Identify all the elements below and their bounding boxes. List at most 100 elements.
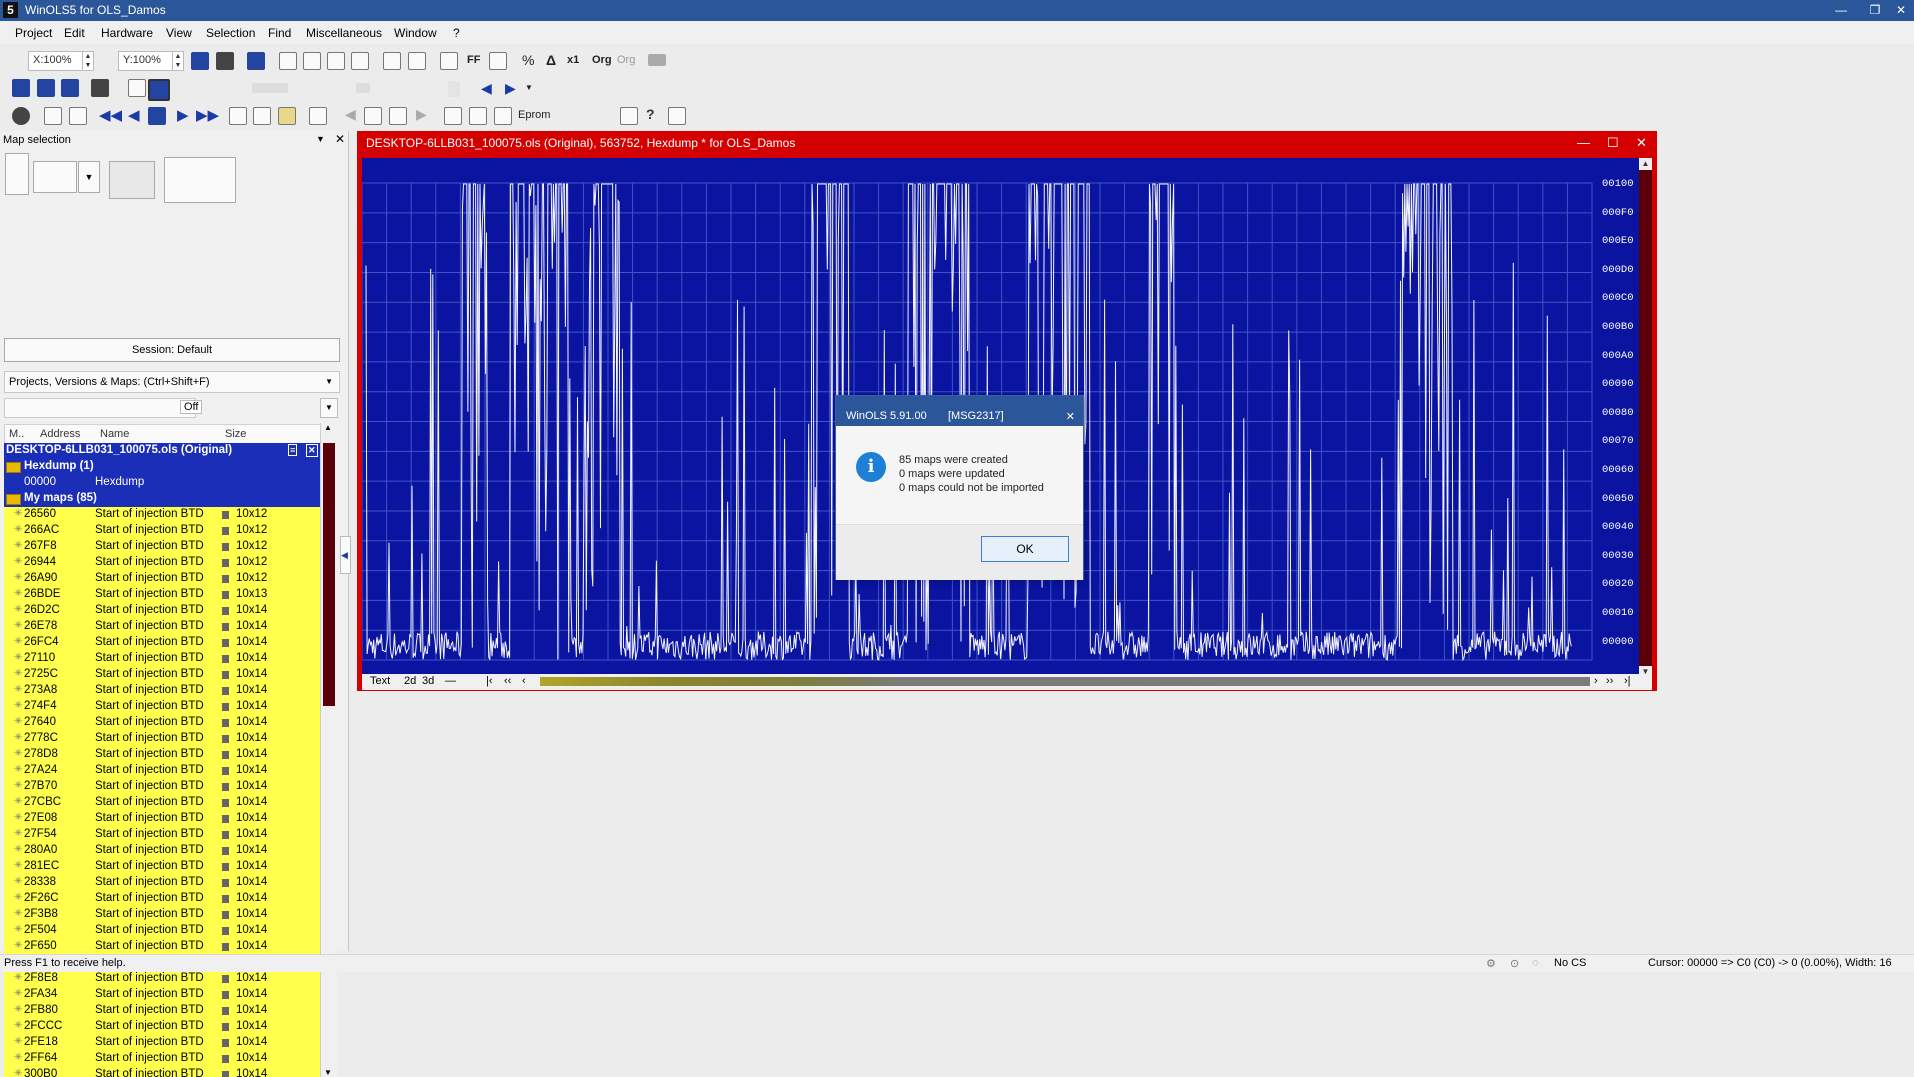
nav-last-icon[interactable]: ›|: [1624, 675, 1631, 687]
menu-find[interactable]: Find: [268, 26, 291, 40]
graph-scroll-up-icon[interactable]: ▲: [1639, 158, 1652, 170]
wave-view-icon[interactable]: [191, 52, 209, 70]
map-row[interactable]: ✳ 2725C Start of injection BTD 10x14: [4, 667, 320, 683]
nav-back-icon[interactable]: ‹: [522, 675, 526, 687]
next-arrow-icon[interactable]: ▶: [505, 80, 516, 97]
grid-icon[interactable]: [247, 52, 265, 70]
hexdump-folder[interactable]: Hexdump (1): [4, 459, 320, 475]
map-row[interactable]: ✳ 2FB80 Start of injection BTD 10x14: [4, 1003, 320, 1019]
map-row[interactable]: ✳ 28338 Start of injection BTD 10x14: [4, 875, 320, 891]
map-row[interactable]: ✳ 2F504 Start of injection BTD 10x14: [4, 923, 320, 939]
lohi-icon[interactable]: [383, 52, 401, 70]
hex-icon[interactable]: [440, 52, 458, 70]
open-folder-icon[interactable]: [33, 161, 77, 193]
next-map-icon[interactable]: ▶: [416, 106, 427, 123]
formula-v-icon[interactable]: [469, 107, 487, 125]
import-icon[interactable]: [12, 79, 30, 97]
float-icon[interactable]: [351, 52, 369, 70]
panel-menu-icon[interactable]: ▼: [316, 134, 325, 144]
minimize-button[interactable]: —: [1828, 1, 1854, 19]
map-row[interactable]: ✳ 26FC4 Start of injection BTD 10x14: [4, 635, 320, 651]
stack-icon[interactable]: [648, 54, 666, 66]
panel-collapse-icon[interactable]: ◀: [340, 536, 351, 574]
eprom-label[interactable]: Eprom: [518, 109, 550, 121]
menu-miscellaneous[interactable]: Miscellaneous: [306, 26, 382, 40]
notes-icon[interactable]: [278, 107, 296, 125]
map-row[interactable]: ✳ 26E78 Start of injection BTD 10x14: [4, 619, 320, 635]
panel-close-icon[interactable]: ✕: [335, 132, 345, 146]
delta-icon[interactable]: Δ: [546, 52, 556, 68]
map-row[interactable]: ✳ 267F8 Start of injection BTD 10x12: [4, 539, 320, 555]
map-row[interactable]: ✳ 2F8E8 Start of injection BTD 10x14: [4, 971, 320, 987]
find-icon[interactable]: [253, 107, 271, 125]
scroll-up-icon[interactable]: ▲: [324, 423, 332, 432]
forward-icon[interactable]: ▶: [177, 106, 189, 124]
context-help-icon[interactable]: [668, 107, 686, 125]
map-window-icon[interactable]: [128, 79, 146, 97]
map-row[interactable]: ✳ 2F3B8 Start of injection BTD 10x14: [4, 907, 320, 923]
doc-maximize-button[interactable]: ☐: [1607, 135, 1619, 151]
project-db-icon[interactable]: [12, 107, 30, 125]
map-row[interactable]: ✳ 2778C Start of injection BTD 10x14: [4, 731, 320, 747]
checksum-icon[interactable]: [91, 79, 109, 97]
org-compare-button[interactable]: Org: [617, 54, 635, 66]
zoom-x-field[interactable]: X:100% ▲ ▼: [28, 51, 94, 71]
selection-color-icon[interactable]: [148, 79, 170, 101]
settings-icon[interactable]: [620, 107, 638, 125]
map-row[interactable]: ✳ 27B70 Start of injection BTD 10x14: [4, 779, 320, 795]
zoom-x-spinner[interactable]: ▲ ▼: [82, 52, 93, 70]
tab-dash[interactable]: —: [445, 675, 456, 687]
print-icon[interactable]: [44, 107, 62, 125]
map-row[interactable]: ✳ 273A8 Start of injection BTD 10x14: [4, 683, 320, 699]
map-row[interactable]: ✳ 27F54 Start of injection BTD 10x14: [4, 827, 320, 843]
map-row[interactable]: ✳ 26944 Start of injection BTD 10x12: [4, 555, 320, 571]
last-icon[interactable]: ▶▶: [196, 106, 219, 124]
dialog-close-icon[interactable]: ✕: [1066, 410, 1075, 423]
map-row[interactable]: ✳ 274F4 Start of injection BTD 10x14: [4, 699, 320, 715]
compare-icon[interactable]: [61, 79, 79, 97]
filter-toolbar[interactable]: [4, 398, 196, 418]
doc-close-button[interactable]: ✕: [1636, 135, 1647, 151]
map-row[interactable]: ✳ 2FF64 Start of injection BTD 10x14: [4, 1051, 320, 1067]
filter-off-button[interactable]: Off: [180, 400, 203, 414]
map-row[interactable]: ✳ 26D2C Start of injection BTD 10x14: [4, 603, 320, 619]
menu-help[interactable]: ?: [453, 26, 460, 40]
map-row[interactable]: ✳ 266AC Start of injection BTD 10x12: [4, 523, 320, 539]
map-row[interactable]: ✳ 280A0 Start of injection BTD 10x14: [4, 843, 320, 859]
col-address[interactable]: Address: [40, 428, 80, 440]
map-row[interactable]: ✳ 2FA34 Start of injection BTD 10x14: [4, 987, 320, 1003]
menu-window[interactable]: Window: [394, 26, 437, 40]
prev-map-icon[interactable]: ◀: [345, 106, 356, 123]
doc-minimize-button[interactable]: —: [1577, 135, 1590, 150]
goto-icon[interactable]: [309, 107, 327, 125]
hexdump-row[interactable]: 00000 Hexdump: [4, 475, 320, 491]
open-dropdown-icon[interactable]: ▼: [78, 161, 100, 193]
maximize-button[interactable]: ❐: [1862, 1, 1888, 19]
menu-view[interactable]: View: [166, 26, 192, 40]
bit32-icon[interactable]: [327, 52, 345, 70]
export-icon[interactable]: [37, 79, 55, 97]
percent-icon[interactable]: %: [522, 52, 534, 68]
center-icon[interactable]: [148, 107, 166, 125]
col-m[interactable]: M..: [9, 428, 24, 440]
nav-first-icon[interactable]: |‹: [486, 675, 493, 687]
first-icon[interactable]: ◀◀: [99, 106, 122, 124]
map-compare-icon[interactable]: [389, 107, 407, 125]
project-close-icon[interactable]: ✕: [306, 444, 318, 457]
bit8-icon[interactable]: [279, 52, 297, 70]
col-name[interactable]: Name: [100, 428, 129, 440]
map-row[interactable]: ✳ 27CBC Start of injection BTD 10x14: [4, 795, 320, 811]
map-row[interactable]: ✳ 2FE18 Start of injection BTD 10x14: [4, 1035, 320, 1051]
new-file-icon[interactable]: [5, 153, 29, 195]
menu-hardware[interactable]: Hardware: [101, 26, 153, 40]
bit16-icon[interactable]: [303, 52, 321, 70]
map-row[interactable]: ✳ 26BDE Start of injection BTD 10x13: [4, 587, 320, 603]
menu-edit[interactable]: Edit: [64, 26, 85, 40]
split-icon[interactable]: [69, 107, 87, 125]
map-up-icon[interactable]: [364, 107, 382, 125]
map-row[interactable]: ✳ 27A24 Start of injection BTD 10x14: [4, 763, 320, 779]
prev-arrow-icon[interactable]: ◀: [481, 80, 492, 97]
close-button[interactable]: ✕: [1888, 1, 1914, 19]
ok-button[interactable]: OK: [981, 536, 1069, 562]
zoom-y-field[interactable]: Y:100% ▲ ▼: [118, 51, 184, 71]
